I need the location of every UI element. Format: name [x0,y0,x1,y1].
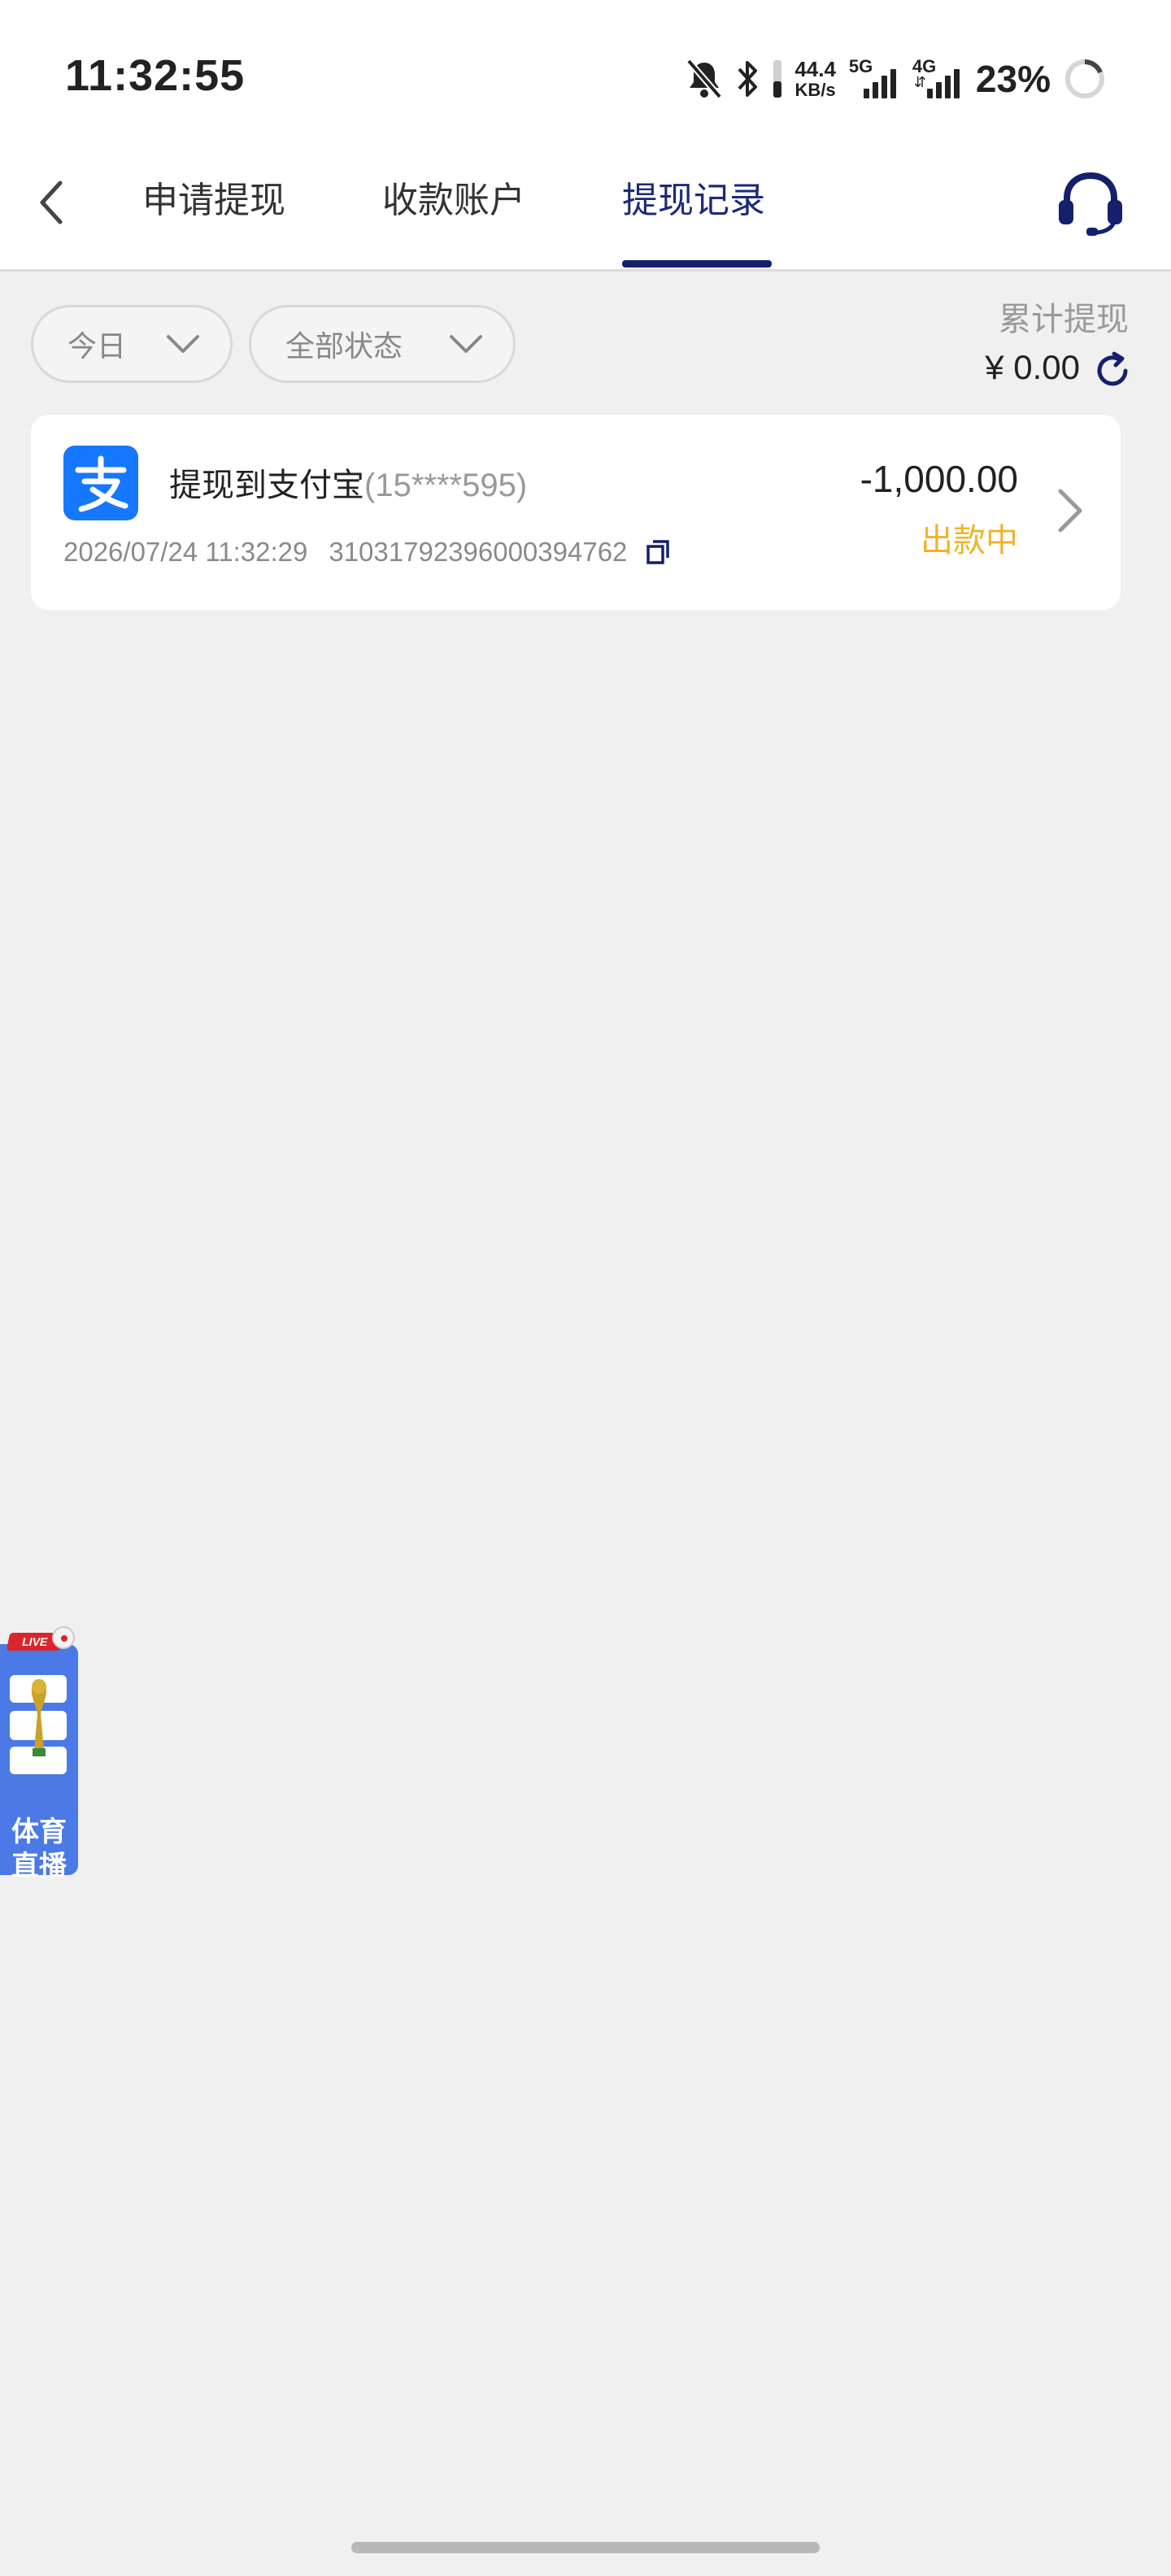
signal-icon: 5G [849,56,899,102]
refresh-icon[interactable] [1093,351,1132,390]
live-float-label: 体育 直播 [0,1815,78,1883]
status-filter-value: 全部状态 [285,330,403,363]
date-filter-dropdown[interactable]: 今日 [31,305,233,383]
signal-icon: 4G ⇵ [912,56,963,102]
home-indicator[interactable] [351,2542,820,2553]
date-filter-value: 今日 [67,330,127,363]
tab-receiving-accounts[interactable]: 收款账户 [382,172,525,229]
live-sports-float-button[interactable]: 体育 直播 LIVE [0,1626,78,1882]
alipay-icon [63,446,138,520]
record-title-text: 提现到支付宝 [169,467,364,504]
active-tab-indicator [622,260,772,268]
tab-apply-withdraw[interactable]: 申请提现 [142,172,285,229]
customer-support-button[interactable] [1054,166,1127,239]
battery-saver-bar [773,60,782,98]
record-status: 出款中 [921,522,1018,559]
chevron-right-icon [1058,489,1082,533]
record-datetime: 2026/07/24 11:32:29 [63,537,308,567]
tab-withdraw-records[interactable]: 提现记录 [622,172,765,229]
record-order-number: 31031792396000394762 [329,537,628,567]
close-icon[interactable] [52,1626,75,1649]
headset-icon [1059,172,1122,236]
trophy-icon [10,1675,67,1774]
net-speed-unit: KB/s [794,80,836,100]
record-meta: 2026/07/24 11:32:29 31031792396000394762 [63,537,673,568]
record-account: (15****595) [364,468,528,503]
status-time: 11:32:55 [65,51,246,100]
withdraw-record-card[interactable]: 提现到支付宝(15****595) 2026/07/24 11:32:29 31… [31,415,1121,610]
chevron-down-icon [450,335,482,353]
battery-icon [1065,59,1104,98]
net-speed-value: 44.4 [794,57,836,81]
chevron-left-icon [40,181,63,224]
battery-percent: 23% [975,58,1051,100]
back-button[interactable] [31,174,72,231]
live-float-line1: 体育 [11,1816,67,1848]
record-title: 提现到支付宝(15****595) [169,459,527,506]
mute-bell-icon [686,59,723,99]
bluetooth-icon [738,61,758,97]
live-float-body: 体育 直播 [0,1644,78,1882]
total-withdrawn-amount: ¥ 0.00 [985,348,1080,386]
status-filter-dropdown[interactable]: 全部状态 [249,305,516,383]
live-float-line2: 直播 [11,1850,67,1882]
record-amount: -1,000.00 [860,458,1018,500]
header: 申请提现 收款账户 提现记录 [0,133,1171,272]
copy-icon[interactable] [643,537,673,567]
chevron-down-icon [167,335,199,353]
status-icons: 44.4 KB/s 5G 4G ⇵ 23% [686,50,1106,107]
total-withdrawn-label: 累计提现 [999,301,1129,338]
status-bar: 11:32:55 44.4 KB/s 5G 4G ⇵ 23% [0,0,1171,133]
net-speed: 44.4 KB/s [794,59,836,99]
